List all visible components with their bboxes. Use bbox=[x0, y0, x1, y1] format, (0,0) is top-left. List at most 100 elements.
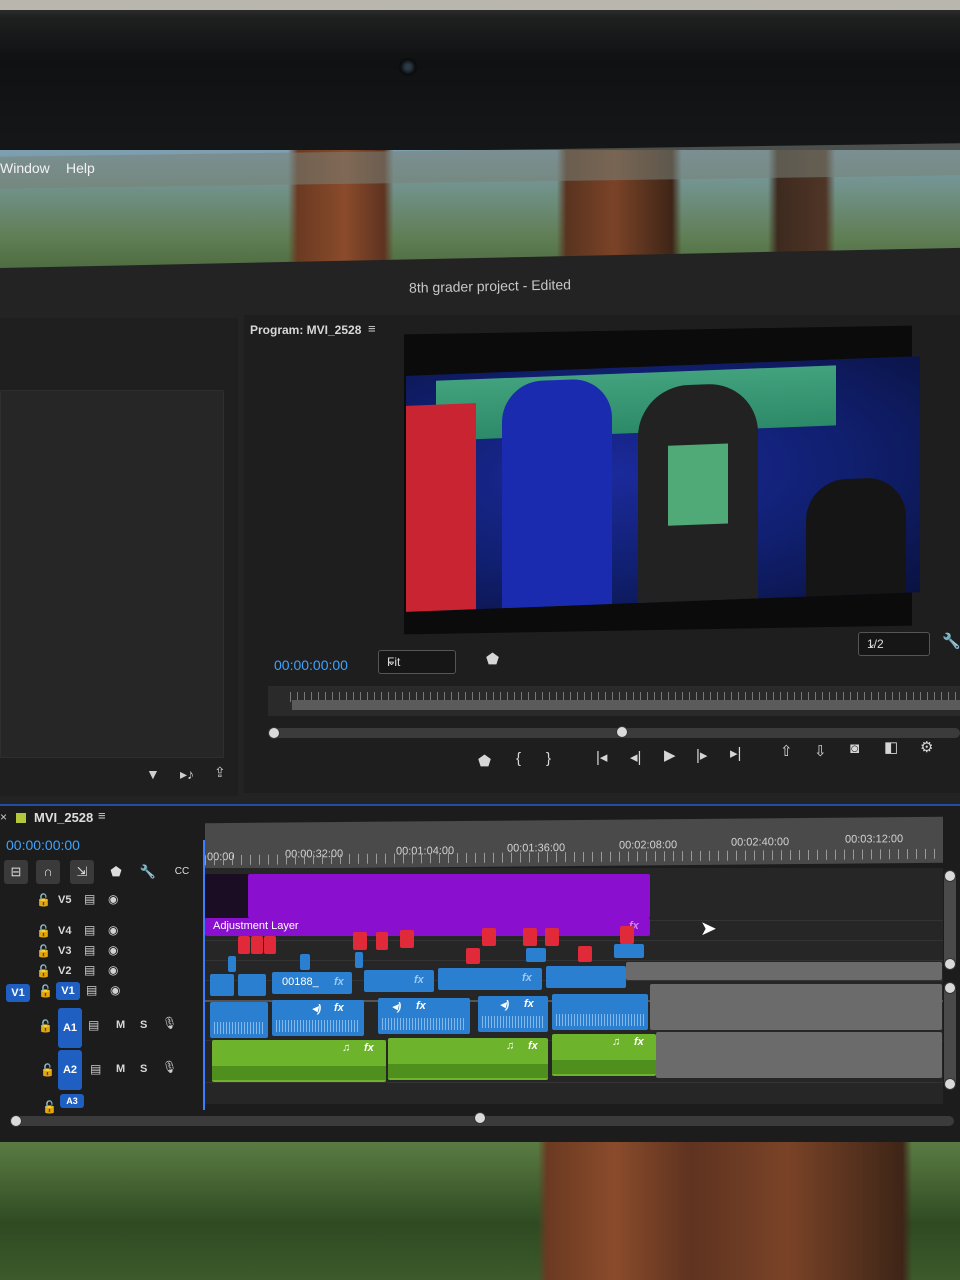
track-label-v1[interactable]: V1 bbox=[56, 982, 80, 1000]
video-clip[interactable] bbox=[210, 974, 234, 996]
track-label-a1[interactable]: A1 bbox=[58, 1008, 82, 1048]
insert-icon[interactable]: ▸♪ bbox=[180, 766, 194, 783]
adjustment-layer-clip-v4[interactable]: Adjustment Layer fx bbox=[205, 918, 650, 936]
step-back-icon[interactable]: ◂| bbox=[630, 748, 641, 766]
extract-icon[interactable]: ⇩ bbox=[814, 742, 827, 760]
playhead[interactable] bbox=[203, 840, 205, 1110]
panel-menu-icon[interactable]: ≡ bbox=[368, 321, 376, 336]
music-clip[interactable]: ♫ fx bbox=[388, 1038, 548, 1080]
timeline-timecode[interactable]: 00:00:00:00 bbox=[6, 837, 80, 853]
graphic-clip[interactable] bbox=[251, 936, 263, 954]
snap-magnet-icon[interactable]: ∩ bbox=[36, 860, 60, 884]
zoom-start-handle[interactable] bbox=[268, 727, 280, 739]
timeline-ruler[interactable]: 00:00 00:00:32:00 00:01:04:00 00:01:36:0… bbox=[205, 816, 943, 870]
zoom-start-handle[interactable] bbox=[10, 1115, 22, 1127]
sync-lock-icon[interactable]: ▤ bbox=[84, 892, 95, 906]
eye-icon[interactable]: ◉ bbox=[110, 983, 120, 997]
graphic-clip[interactable] bbox=[400, 930, 414, 948]
video-clip[interactable] bbox=[546, 966, 626, 988]
audio-tracks-scrollbar[interactable] bbox=[944, 982, 956, 1090]
video-clip[interactable] bbox=[526, 948, 546, 962]
lock-icon[interactable]: 🔓 bbox=[36, 924, 51, 938]
video-tracks-scrollbar[interactable] bbox=[944, 870, 956, 970]
menu-item-window[interactable]: Window bbox=[0, 160, 50, 176]
filter-icon[interactable]: ▼ bbox=[146, 766, 160, 782]
graphic-clip[interactable] bbox=[353, 932, 367, 950]
mark-out-icon[interactable]: } bbox=[546, 750, 551, 767]
video-clip[interactable]: fx bbox=[438, 968, 542, 990]
video-clip[interactable] bbox=[614, 944, 644, 958]
captions-icon[interactable]: CC bbox=[170, 860, 194, 884]
comparison-view-icon[interactable]: ◧ bbox=[884, 738, 898, 756]
mute-button[interactable]: M bbox=[116, 1019, 125, 1031]
lock-icon[interactable]: 🔓 bbox=[38, 984, 53, 998]
lock-icon[interactable]: 🔓 bbox=[36, 893, 51, 907]
sync-lock-icon[interactable]: ▤ bbox=[88, 1018, 99, 1032]
track-label-v5[interactable]: V5 bbox=[58, 894, 71, 906]
graphic-clip[interactable] bbox=[482, 928, 496, 946]
music-clip[interactable]: ♫ fx bbox=[212, 1040, 386, 1082]
music-clip[interactable]: ♫ fx bbox=[552, 1034, 656, 1076]
track-label-v2[interactable]: V2 bbox=[58, 965, 71, 977]
lock-icon[interactable]: 🔓 bbox=[40, 1063, 55, 1077]
graphic-clip[interactable] bbox=[264, 936, 276, 954]
solo-button[interactable]: S bbox=[140, 1019, 147, 1031]
audio-clip[interactable]: ◂) fx bbox=[478, 996, 548, 1032]
scroll-handle[interactable] bbox=[944, 982, 956, 994]
zoom-level-select[interactable]: Fit ⌄ bbox=[378, 650, 456, 674]
eye-icon[interactable]: ◉ bbox=[108, 943, 118, 957]
scroll-handle[interactable] bbox=[944, 870, 956, 882]
go-to-in-icon[interactable]: |◂ bbox=[596, 748, 607, 766]
sync-lock-icon[interactable]: ▤ bbox=[90, 1062, 101, 1076]
graphic-clip[interactable] bbox=[376, 932, 388, 950]
sync-lock-icon[interactable]: ▤ bbox=[84, 943, 95, 957]
step-forward-icon[interactable]: |▸ bbox=[696, 746, 707, 764]
panel-menu-icon[interactable]: ≡ bbox=[98, 808, 106, 823]
lock-icon[interactable]: 🔓 bbox=[36, 944, 51, 958]
video-clip[interactable] bbox=[355, 952, 363, 968]
scroll-handle[interactable] bbox=[944, 958, 956, 970]
lock-icon[interactable]: 🔓 bbox=[36, 964, 51, 978]
add-marker-icon[interactable]: ⬟ bbox=[478, 752, 491, 770]
audio-clip[interactable]: ◂) fx bbox=[272, 1000, 364, 1036]
scroll-handle[interactable] bbox=[944, 1078, 956, 1090]
mark-in-icon[interactable]: { bbox=[516, 750, 521, 767]
program-time-ruler[interactable] bbox=[268, 686, 960, 716]
video-clip[interactable]: fx bbox=[364, 970, 434, 992]
graphic-clip[interactable] bbox=[620, 926, 634, 944]
add-marker-icon[interactable]: ⬟ bbox=[104, 860, 128, 884]
settings-icon[interactable]: ⚙ bbox=[920, 738, 933, 756]
play-icon[interactable]: ▶ bbox=[664, 746, 676, 764]
zoom-end-handle[interactable] bbox=[616, 726, 628, 738]
track-label-v3[interactable]: V3 bbox=[58, 945, 71, 957]
program-timecode[interactable]: 00:00:00:00 bbox=[274, 657, 348, 673]
linked-selection-icon[interactable]: ⇲ bbox=[70, 860, 94, 884]
track-label-v4[interactable]: V4 bbox=[58, 925, 71, 937]
sequence-tab[interactable]: MVI_2528 bbox=[34, 810, 93, 825]
track-label-a3[interactable]: A3 bbox=[60, 1094, 84, 1108]
solo-button[interactable]: S bbox=[140, 1063, 147, 1075]
eye-icon[interactable]: ◉ bbox=[108, 892, 118, 906]
marker-icon[interactable]: ⬟ bbox=[486, 650, 499, 668]
wrench-icon[interactable]: 🔧 bbox=[942, 632, 960, 650]
zoom-end-handle[interactable] bbox=[474, 1112, 486, 1124]
mute-button[interactable]: M bbox=[116, 1063, 125, 1075]
eye-icon[interactable]: ◉ bbox=[108, 923, 118, 937]
graphic-clip[interactable] bbox=[238, 936, 250, 954]
graphic-clip[interactable] bbox=[545, 928, 559, 946]
program-zoom-scrollbar[interactable] bbox=[268, 726, 960, 739]
wrench-icon[interactable]: 🔧 bbox=[136, 860, 160, 884]
audio-clip[interactable] bbox=[210, 1002, 268, 1038]
export-icon[interactable]: ⇪ bbox=[214, 764, 226, 781]
video-clip[interactable] bbox=[228, 956, 236, 972]
graphic-clip[interactable] bbox=[523, 928, 537, 946]
source-patch-v1[interactable]: V1 bbox=[6, 984, 30, 1002]
menu-item-help[interactable]: Help bbox=[66, 160, 95, 176]
audio-clip[interactable] bbox=[552, 994, 648, 1030]
track-label-a2[interactable]: A2 bbox=[58, 1050, 82, 1090]
sync-lock-icon[interactable]: ▤ bbox=[84, 923, 95, 937]
lift-icon[interactable]: ⇧ bbox=[780, 742, 793, 760]
graphic-clip[interactable] bbox=[578, 946, 592, 962]
microphone-icon[interactable]: 🎙 bbox=[162, 1060, 177, 1074]
close-icon[interactable]: × bbox=[0, 810, 7, 824]
